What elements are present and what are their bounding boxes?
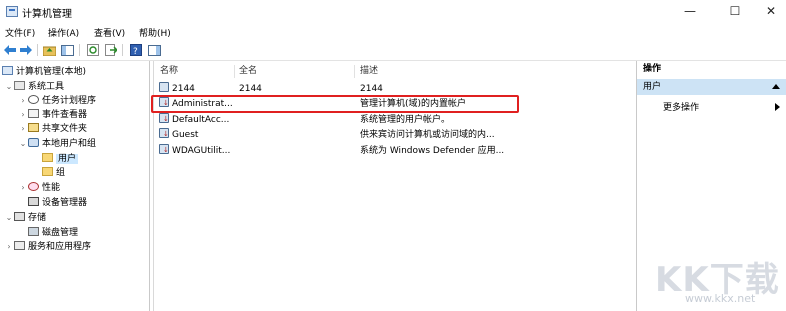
- user-name: 2144: [172, 84, 195, 94]
- clock-icon: [28, 95, 39, 104]
- menu-view[interactable]: 查看(V): [94, 26, 125, 39]
- tree-item-shared-folders[interactable]: › 共享文件夹: [18, 122, 87, 136]
- tools-icon: [14, 81, 25, 90]
- menu-action[interactable]: 操作(A): [48, 26, 79, 39]
- help-icon[interactable]: ?: [129, 43, 143, 57]
- tree-item-event-viewer[interactable]: › 事件查看器: [18, 108, 87, 122]
- computer-management-icon: [6, 6, 18, 17]
- tree-item-services-apps[interactable]: › 服务和应用程序: [4, 240, 91, 254]
- users-icon: [28, 138, 39, 147]
- expand-arrow-icon[interactable]: ›: [4, 240, 14, 254]
- column-header-description[interactable]: 描述: [360, 64, 378, 78]
- user-name: DefaultAcc...: [172, 115, 230, 125]
- user-description: 系统管理的用户帐户。: [360, 115, 451, 125]
- storage-icon: [14, 212, 25, 221]
- tree-item-task-scheduler[interactable]: › 任务计划程序: [18, 94, 96, 108]
- actions-section-users[interactable]: 用户: [637, 79, 786, 95]
- actions-header: 操作: [637, 61, 786, 77]
- forward-icon[interactable]: [19, 43, 33, 57]
- user-name: Guest: [172, 130, 199, 140]
- table-row[interactable]: WDAGUtilit... 系统为 Windows Defender 应用...: [156, 144, 634, 158]
- toolbar-separator: [79, 44, 80, 56]
- event-viewer-icon: [28, 109, 39, 118]
- tree-item-disk-management[interactable]: 磁盘管理: [28, 226, 78, 240]
- toolbar-separator: [122, 44, 123, 56]
- table-row[interactable]: Guest 供来宾访问计算机或访问域的内...: [156, 128, 634, 142]
- menu-bar: 文件(F) 操作(A) 查看(V) 帮助(H): [0, 24, 786, 40]
- disk-icon: [28, 227, 39, 236]
- expand-arrow-icon[interactable]: ›: [18, 181, 28, 195]
- more-actions-link[interactable]: 更多操作: [663, 100, 699, 113]
- export-list-icon[interactable]: [104, 43, 118, 57]
- collapse-arrow-icon[interactable]: ⌄: [4, 80, 14, 94]
- up-folder-icon[interactable]: [42, 43, 56, 57]
- disabled-user-icon: [159, 128, 169, 138]
- table-row[interactable]: 2144 2144 2144: [156, 82, 634, 96]
- minimize-button[interactable]: —: [675, 2, 705, 20]
- expand-arrow-icon[interactable]: ›: [18, 122, 28, 136]
- column-divider[interactable]: [234, 65, 235, 78]
- disabled-user-icon: [159, 144, 169, 154]
- title-bar: 计算机管理 — ☐ ✕: [0, 0, 786, 24]
- toolbar: ?: [0, 40, 786, 61]
- menu-help[interactable]: 帮助(H): [139, 26, 171, 39]
- tree-item-users[interactable]: 用户: [42, 152, 79, 166]
- user-description: 2144: [360, 84, 383, 94]
- tree-item-device-manager[interactable]: 设备管理器: [28, 196, 87, 210]
- tree-item-storage[interactable]: ⌄ 存储: [4, 211, 46, 225]
- folder-icon: [42, 153, 53, 162]
- window-title: 计算机管理: [22, 9, 72, 20]
- performance-icon: [28, 182, 39, 191]
- highlight-annotation: [151, 95, 519, 113]
- back-icon[interactable]: [3, 43, 17, 57]
- shared-folder-icon: [28, 123, 39, 132]
- svg-text:?: ?: [133, 47, 138, 56]
- folder-icon: [42, 167, 53, 176]
- column-divider[interactable]: [354, 65, 355, 78]
- tree-item-system-tools[interactable]: ⌄ 系统工具: [4, 80, 64, 94]
- navigation-tree: 计算机管理(本地) ⌄ 系统工具 › 任务计划程序 › 事件查看器 › 共享文件夹 ⌄ 本…: [0, 61, 150, 311]
- expand-arrow-icon[interactable]: ›: [18, 108, 28, 122]
- toolbar-separator: [37, 44, 38, 56]
- collapse-arrow-icon[interactable]: ⌄: [4, 211, 14, 225]
- show-tree-icon[interactable]: [60, 43, 74, 57]
- show-action-pane-icon[interactable]: [147, 43, 161, 57]
- tree-item-local-users-groups[interactable]: ⌄ 本地用户和组: [18, 137, 96, 151]
- collapse-up-icon[interactable]: [772, 84, 780, 89]
- submenu-arrow-icon[interactable]: [775, 103, 780, 111]
- disabled-user-icon: [159, 113, 169, 123]
- tree-item-groups[interactable]: 组: [42, 166, 65, 180]
- table-row[interactable]: DefaultAcc... 系统管理的用户帐户。: [156, 113, 634, 127]
- collapse-arrow-icon[interactable]: ⌄: [18, 137, 28, 151]
- user-name: WDAGUtilit...: [172, 146, 231, 156]
- close-button[interactable]: ✕: [756, 2, 786, 20]
- user-description: 系统为 Windows Defender 应用...: [360, 146, 505, 156]
- watermark-url: www.kkx.net: [685, 292, 756, 305]
- user-icon: [159, 82, 169, 92]
- column-header-fullname[interactable]: 全名: [239, 64, 257, 78]
- watermark-logo: KK下载 www.kkx.net: [651, 252, 781, 308]
- computer-icon: [2, 66, 13, 75]
- user-description: 供来宾访问计算机或访问域的内...: [360, 130, 495, 140]
- refresh-icon[interactable]: [86, 43, 100, 57]
- device-manager-icon: [28, 197, 39, 206]
- actions-section-label: 用户: [643, 82, 662, 92]
- menu-file[interactable]: 文件(F): [5, 26, 35, 39]
- column-header-name[interactable]: 名称: [160, 64, 178, 78]
- tree-item-root[interactable]: 计算机管理(本地): [2, 65, 86, 79]
- maximize-button[interactable]: ☐: [720, 2, 750, 20]
- expand-arrow-icon[interactable]: ›: [18, 94, 28, 108]
- tree-item-performance[interactable]: › 性能: [18, 181, 60, 195]
- user-fullname: 2144: [239, 84, 262, 94]
- services-icon: [14, 241, 25, 250]
